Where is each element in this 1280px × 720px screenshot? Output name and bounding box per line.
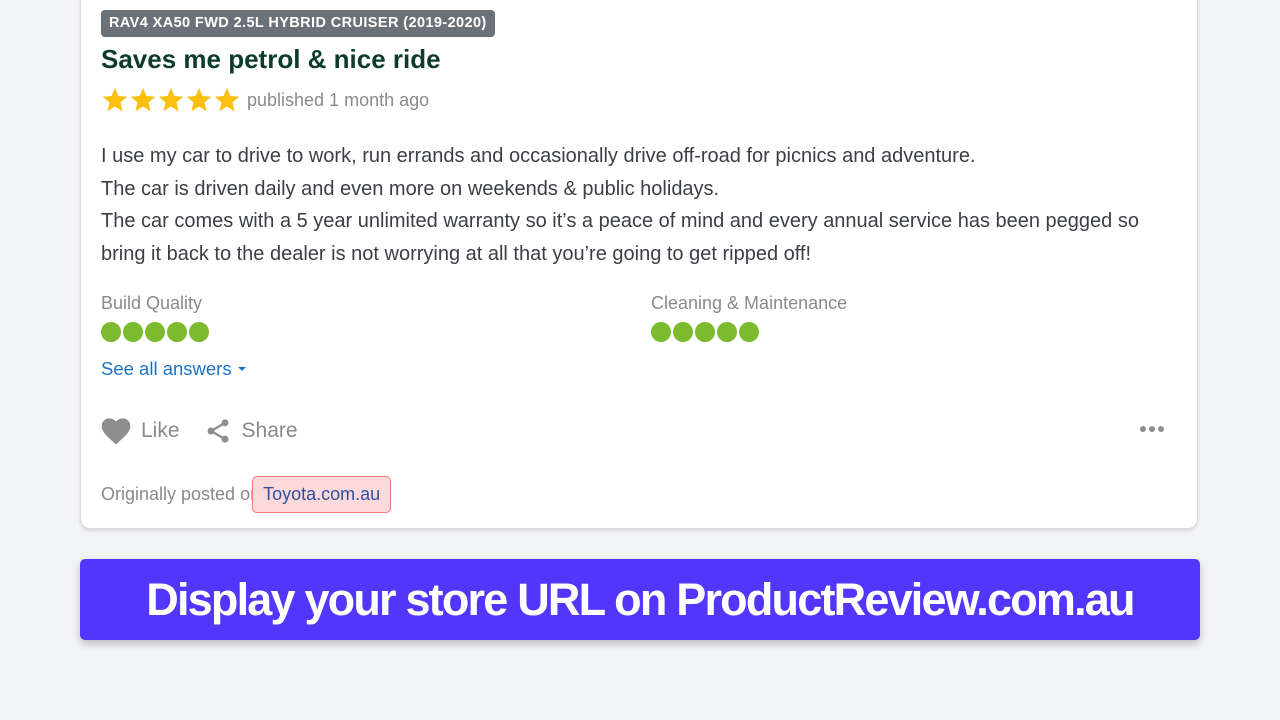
more-dot-icon xyxy=(1140,426,1146,432)
promo-banner: Display your store URL on ProductReview.… xyxy=(80,559,1200,640)
share-button[interactable]: Share xyxy=(204,417,298,445)
review-body-line: The car comes with a 5 year unlimited wa… xyxy=(101,210,1139,265)
attribute-score-dots xyxy=(101,322,209,342)
score-dot-icon xyxy=(651,322,671,342)
score-dot-icon xyxy=(695,322,715,342)
caret-down-icon xyxy=(237,367,246,371)
origin-prefix: Originally posted on xyxy=(101,484,261,504)
score-dot-icon xyxy=(123,322,143,342)
score-dot-icon xyxy=(145,322,165,342)
like-button[interactable]: Like xyxy=(101,417,180,445)
variant-badge: RAV4 XA50 FWD 2.5L HYBRID CRUISER (2019-… xyxy=(101,10,495,37)
score-dot-icon xyxy=(739,322,759,342)
review-title: Saves me petrol & nice ride xyxy=(101,44,441,74)
share-label: Share xyxy=(241,419,298,442)
review-body-line: I use my car to drive to work, run erran… xyxy=(101,145,976,167)
star-icon xyxy=(102,87,128,112)
review-body-line: The car is driven daily and even more on… xyxy=(101,177,720,200)
promo-banner-text: Display your store URL on ProductReview.… xyxy=(146,573,1135,625)
see-all-answers-link[interactable]: See all answers xyxy=(101,358,246,380)
rating-row: published 1 month ago xyxy=(101,86,429,114)
attribute-score-dots xyxy=(651,322,847,342)
star-icon xyxy=(158,87,184,112)
star-icon xyxy=(214,87,240,112)
score-dot-icon xyxy=(673,322,693,342)
origin-store-link[interactable]: Toyota.com.au xyxy=(252,476,392,513)
score-dot-icon xyxy=(717,322,737,342)
review-actions: Like Share xyxy=(101,417,322,445)
attribute-build-quality: Build Quality xyxy=(101,293,209,342)
star-icon xyxy=(186,87,212,112)
like-label: Like xyxy=(141,419,180,442)
score-dot-icon xyxy=(101,322,121,342)
star-icon xyxy=(130,87,156,112)
more-options-button[interactable] xyxy=(1140,426,1164,432)
attribute-label: Cleaning & Maintenance xyxy=(651,293,848,313)
share-icon xyxy=(207,419,229,443)
review-body: I use my car to drive to work, run erran… xyxy=(101,140,1161,270)
published-date: published 1 month ago xyxy=(247,89,430,110)
more-dot-icon xyxy=(1158,426,1164,432)
originally-posted: Originally posted on Toyota.com.au xyxy=(101,476,392,513)
score-dot-icon xyxy=(167,322,187,342)
score-dot-icon xyxy=(189,322,209,342)
attribute-label: Build Quality xyxy=(101,293,203,313)
attribute-cleaning-maintenance: Cleaning & Maintenance xyxy=(651,293,847,342)
see-all-answers-label: See all answers xyxy=(101,358,232,379)
more-dot-icon xyxy=(1149,426,1155,432)
heart-icon xyxy=(101,417,131,444)
star-rating xyxy=(101,86,241,114)
